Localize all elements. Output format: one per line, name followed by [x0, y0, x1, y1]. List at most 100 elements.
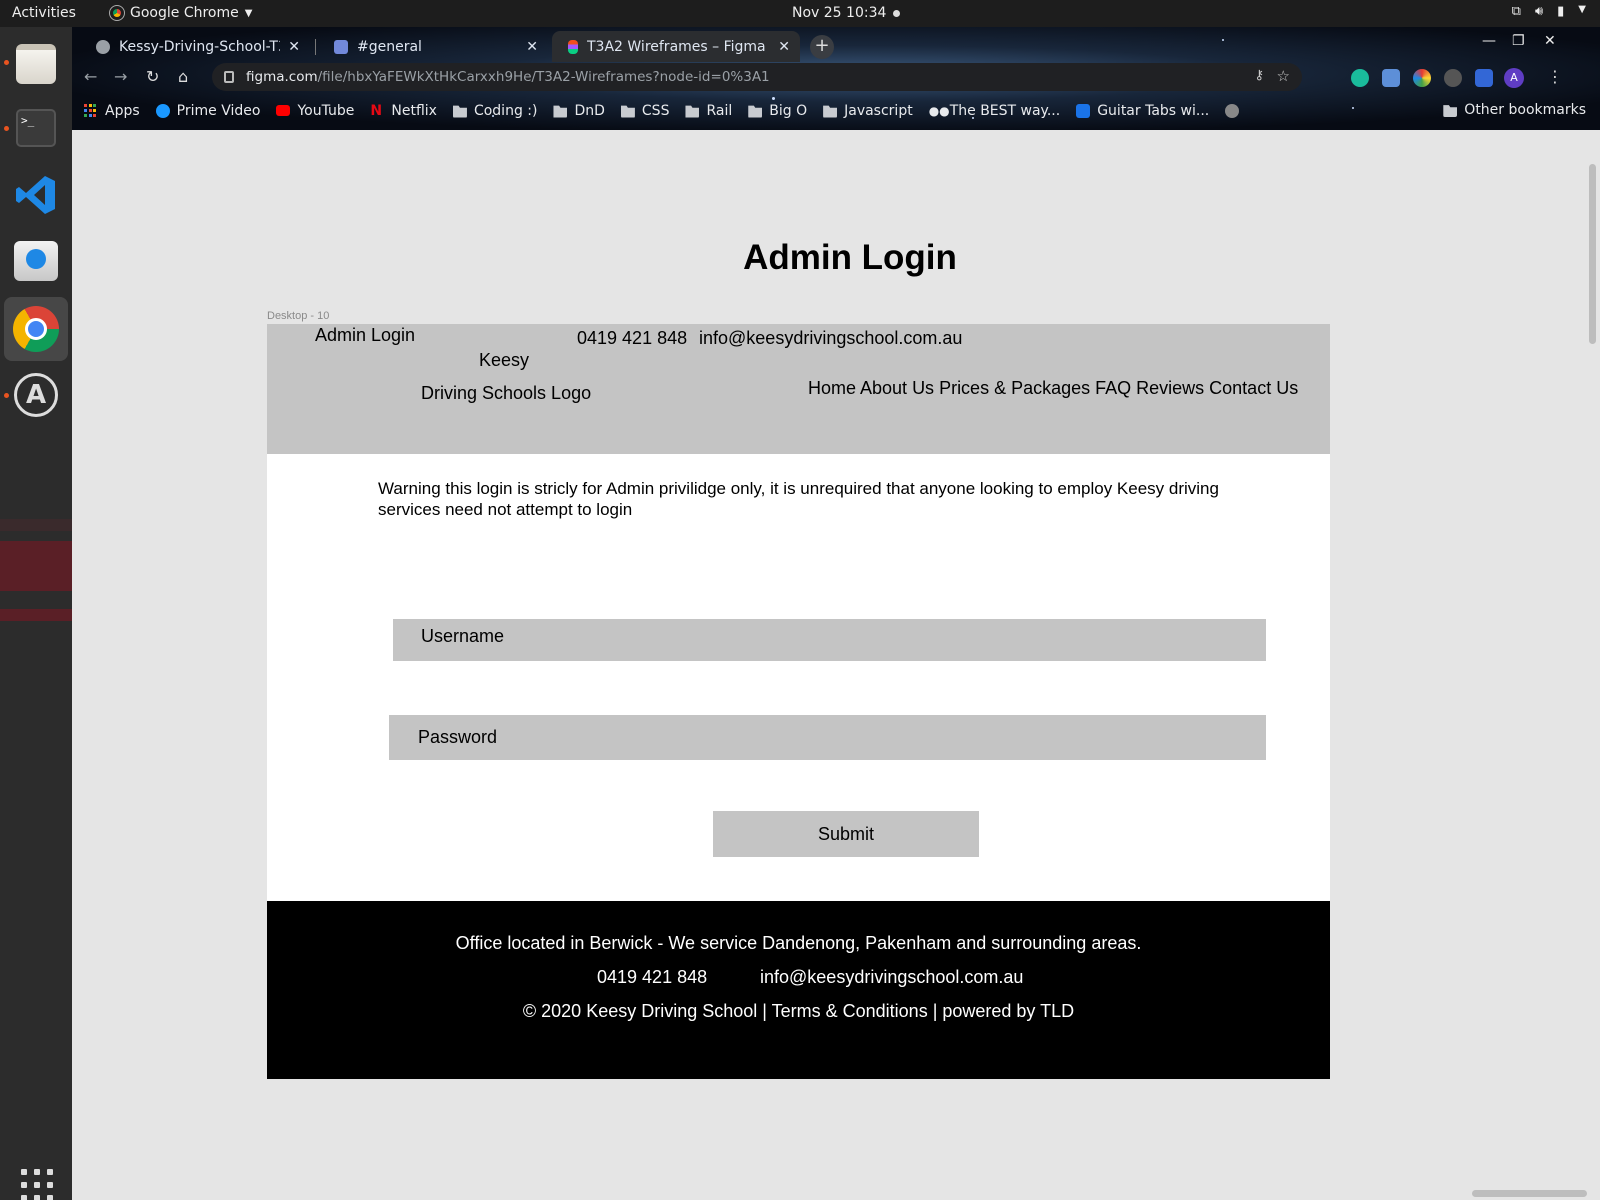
bookmark-label: Netflix	[391, 102, 437, 119]
new-tab-button[interactable]: +	[810, 35, 834, 59]
bookmark-label: Big O	[769, 102, 808, 119]
dock-vscode[interactable]	[11, 170, 61, 220]
tab-title: #general	[357, 38, 422, 55]
chevron-down-icon: ▼	[1578, 4, 1586, 15]
system-tray[interactable]: ⧉ 🔊︎ ▮ ▼	[1512, 4, 1586, 19]
bookmark-prime-video[interactable]: Prime Video	[155, 102, 261, 119]
wireframe-frame[interactable]: Admin Login Keesy Driving Schools Logo 0…	[267, 324, 1330, 1079]
extension-accessibility-icon[interactable]	[1475, 69, 1493, 87]
folder-icon	[553, 105, 568, 118]
dock-chrome[interactable]	[4, 297, 68, 361]
warning-text: Warning this login is stricly for Admin …	[378, 479, 1219, 519]
dock-updater[interactable]: A	[11, 370, 61, 420]
dock-background-strip	[0, 541, 72, 591]
header-email: info@keesydrivingschool.com.au	[699, 328, 963, 348]
bookmark-star-icon[interactable]: ☆	[1277, 67, 1290, 85]
tab-figma[interactable]: T3A2 Wireframes – Figma ✕	[552, 31, 800, 62]
footer-email: info@keesydrivingschool.com.au	[760, 967, 1024, 987]
bookmark-overflow-icon[interactable]	[1225, 103, 1240, 118]
show-applications-icon[interactable]	[21, 1169, 53, 1200]
back-icon[interactable]: ←	[84, 67, 97, 86]
frame-label[interactable]: Desktop - 10	[267, 310, 329, 322]
lock-icon	[224, 71, 234, 83]
bookmark-youtube[interactable]: YouTube	[276, 103, 354, 119]
bookmark-folder[interactable]: Big O	[748, 103, 807, 119]
bookmark-folder[interactable]: CSS	[620, 103, 669, 119]
forward-icon[interactable]: →	[114, 67, 127, 86]
bookmark-medium[interactable]: ●● The BEST way...	[929, 103, 1061, 119]
app-menu[interactable]: Google Chrome ▼	[109, 5, 252, 21]
running-indicator	[4, 126, 9, 131]
folder-icon	[823, 105, 838, 118]
site-footer: Office located in Berwick - We service D…	[267, 901, 1330, 1079]
chrome-icon	[109, 5, 125, 21]
guitar-tabs-icon	[1076, 103, 1091, 118]
close-window-icon[interactable]: ✕	[1544, 33, 1556, 49]
username-field[interactable]: Username	[393, 619, 1266, 661]
bookmark-apps[interactable]: Apps	[84, 103, 140, 119]
horizontal-scrollbar[interactable]	[1472, 1190, 1587, 1197]
battery-icon: ▮	[1557, 4, 1565, 19]
bookmark-folder[interactable]: Coding :)	[452, 103, 537, 119]
tab-discord[interactable]: #general ✕	[318, 31, 548, 62]
activities-button[interactable]: Activities	[12, 5, 76, 21]
extension-m-icon[interactable]	[1351, 69, 1369, 87]
tab-github[interactable]: Kessy-Driving-School-T3A ✕	[80, 31, 310, 62]
folder-icon	[748, 105, 763, 118]
folder-icon	[452, 105, 467, 118]
bookmark-label: Rail	[706, 102, 733, 119]
home-icon[interactable]: ⌂	[178, 67, 188, 86]
submit-button[interactable]: Submit	[713, 811, 979, 857]
extension-screenshot-icon[interactable]	[1382, 69, 1400, 87]
bookmark-label: Javascript	[844, 102, 913, 119]
figma-canvas[interactable]: Admin Login Desktop - 10 Admin Login Kee…	[72, 130, 1600, 1200]
bookmarks-bar: Apps Prime Video YouTube N Netflix Codin…	[72, 93, 1600, 128]
vscode-icon	[16, 176, 55, 214]
close-icon[interactable]: ✕	[778, 39, 790, 55]
footer-phone: 0419 421 848	[597, 967, 708, 987]
bookmark-label: Apps	[105, 102, 140, 119]
netflix-icon: N	[370, 102, 383, 119]
bookmark-guitar-tabs[interactable]: Guitar Tabs wi...	[1076, 103, 1209, 119]
clock[interactable]: Nov 25 10:34	[792, 5, 886, 21]
password-field[interactable]: Password	[389, 715, 1266, 760]
footer-office: Office located in Berwick - We service D…	[455, 933, 1142, 953]
apps-grid-icon	[84, 103, 98, 118]
bookmark-label: YouTube	[297, 102, 355, 119]
bookmark-folder[interactable]: Rail	[685, 103, 732, 119]
extension-w-icon[interactable]	[1444, 69, 1462, 87]
bookmark-label: DnD	[574, 102, 605, 119]
other-bookmarks[interactable]: Other bookmarks	[1443, 102, 1586, 118]
app-menu-label: Google Chrome	[130, 5, 239, 21]
bookmark-label: Prime Video	[176, 102, 261, 119]
close-icon[interactable]: ✕	[526, 39, 538, 55]
profile-avatar[interactable]: A	[1504, 68, 1524, 88]
browser-chrome: Kessy-Driving-School-T3A ✕ #general ✕ T3…	[72, 27, 1600, 130]
software-updater-icon: A	[14, 373, 58, 417]
tab-separator	[315, 39, 316, 55]
bookmark-netflix[interactable]: N Netflix	[370, 103, 437, 119]
close-icon[interactable]: ✕	[288, 39, 300, 55]
youtube-icon	[276, 105, 291, 116]
notification-dot-icon	[893, 10, 900, 17]
vertical-scrollbar[interactable]	[1589, 164, 1596, 344]
dock-files[interactable]	[11, 39, 61, 89]
dock-terminal[interactable]: >_	[11, 103, 61, 153]
extension-color-picker-icon[interactable]	[1413, 69, 1431, 87]
bookmark-folder[interactable]: Javascript	[823, 103, 913, 119]
dock-background-strip	[0, 609, 72, 621]
dock-software-store[interactable]	[11, 236, 61, 286]
url-path: /file/hbxYaFEWkXtHkCarxxh9He/T3A2-Wirefr…	[317, 69, 770, 85]
key-icon[interactable]: ⚷	[1254, 68, 1264, 83]
tab-title: Kessy-Driving-School-T3A	[119, 38, 281, 55]
logo-text-line2: Driving Schools Logo	[421, 383, 592, 403]
bookmark-folder[interactable]: DnD	[553, 102, 605, 119]
running-indicator	[4, 60, 9, 65]
reload-icon[interactable]: ↻	[146, 67, 159, 86]
header-nav[interactable]: Home About Us Prices & Packages FAQ Revi…	[808, 378, 1298, 399]
more-menu-icon[interactable]: ⋮	[1547, 67, 1563, 86]
address-bar[interactable]: figma.com /file/hbxYaFEWkXtHkCarxxh9He/T…	[212, 63, 1302, 91]
restore-icon[interactable]: ❐	[1512, 33, 1525, 49]
minimize-icon[interactable]: —	[1482, 33, 1496, 49]
tab-strip: Kessy-Driving-School-T3A ✕ #general ✕ T3…	[72, 27, 1600, 62]
